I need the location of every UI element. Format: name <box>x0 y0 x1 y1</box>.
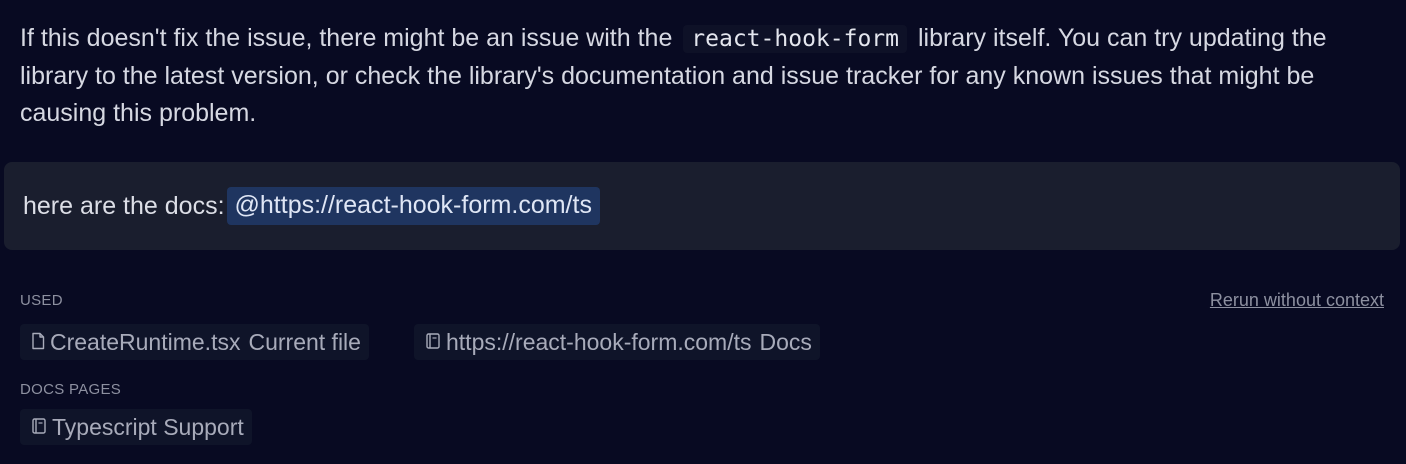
user-message-text: here are the docs: <box>23 191 225 220</box>
inline-code: react-hook-form <box>683 25 908 53</box>
chip-tag: Current file <box>248 328 361 355</box>
chip-label: https://react-hook-form.com/ts <box>446 328 752 355</box>
user-message[interactable]: here are the docs: @https://react-hook-f… <box>4 162 1400 250</box>
rerun-without-context-link[interactable]: Rerun without context <box>1210 290 1384 311</box>
assistant-answer: If this doesn't fix the issue, there mig… <box>20 20 1390 132</box>
book-icon <box>30 414 52 441</box>
docs-mention[interactable]: @https://react-hook-form.com/ts <box>226 187 600 225</box>
chip-label: CreateRuntime.tsx <box>50 328 241 355</box>
context-chip-current-file[interactable]: CreateRuntime.tsx Current file <box>20 324 369 360</box>
answer-text-before: If this doesn't fix the issue, there mig… <box>20 24 673 52</box>
book-icon <box>424 329 446 356</box>
chip-label: Typescript Support <box>52 413 244 440</box>
chip-tag: Docs <box>759 328 812 355</box>
docs-page-chip[interactable]: Typescript Support <box>20 409 252 445</box>
context-chip-docs[interactable]: https://react-hook-form.com/ts Docs <box>414 324 820 360</box>
file-icon <box>30 329 50 356</box>
used-label: USED <box>20 292 63 309</box>
docs-pages-label: DOCS PAGES <box>20 381 122 398</box>
answer-paragraph: If this doesn't fix the issue, there mig… <box>20 20 1390 132</box>
